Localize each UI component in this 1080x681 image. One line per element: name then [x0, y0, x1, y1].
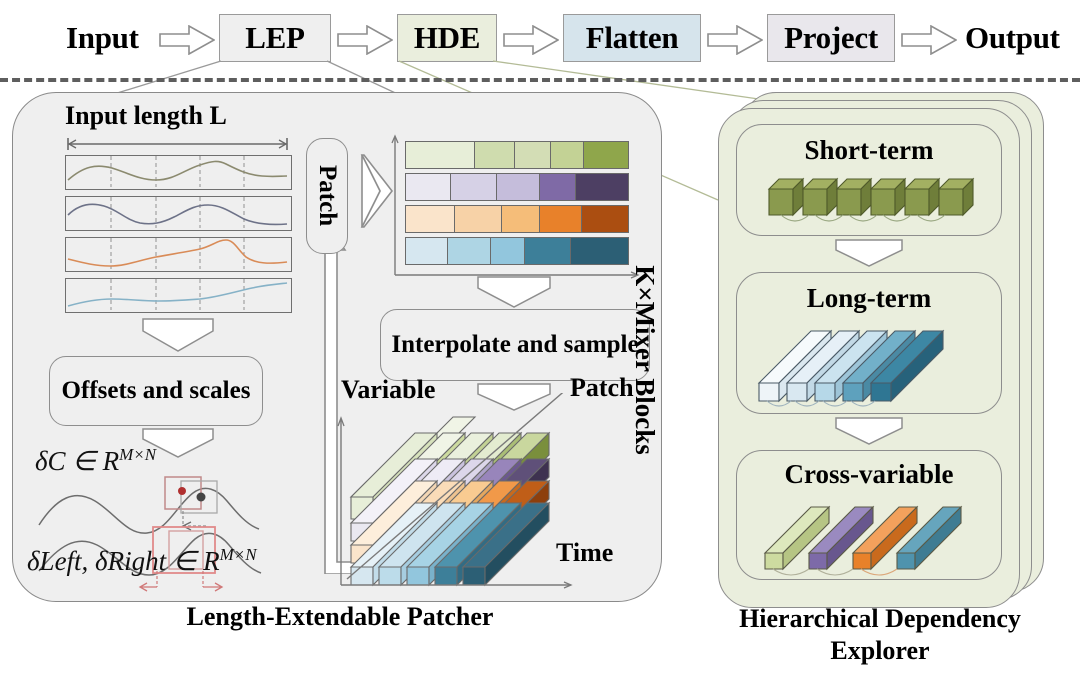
patch-cell: [454, 206, 502, 232]
figure-canvas: Input LEP HDE Flatten Project Output Inp…: [0, 0, 1080, 681]
patch-cell: [550, 142, 585, 168]
section-divider: [0, 78, 1080, 82]
hde-caption-line2: Explorer: [830, 636, 930, 665]
pipeline-stage-project-label: Project: [784, 20, 878, 55]
interpolate-and-sample-label: Interpolate and sample: [391, 331, 639, 358]
short-term-cubes: [767, 177, 975, 222]
chevron-down-long-term: [835, 239, 903, 267]
hde-block-cross-variable[interactable]: Cross-variable: [736, 450, 1002, 580]
patch-box-label: Patch: [314, 165, 341, 227]
pipeline-stage-flatten[interactable]: Flatten: [563, 14, 701, 62]
cube-tensor-diagram: [337, 393, 573, 589]
lep-panel: Input length L Offsets and scales δC ∈ R…: [12, 92, 662, 602]
flow-arrow-3: [503, 25, 559, 55]
lep-caption: Length-Extendable Patcher: [186, 602, 494, 631]
offset-scale-illustration: [38, 476, 262, 592]
hde-panel: Short-term Long-term Cross-variable: [706, 92, 1058, 608]
chevron-down-interpolate: [477, 276, 551, 308]
hde-caption-line1: Hierarchical Dependency: [739, 604, 1021, 633]
patch-cell: [406, 206, 455, 232]
patch-row-green: [405, 141, 629, 169]
flow-arrow-2: [337, 25, 393, 55]
pipeline-stage-project[interactable]: Project: [767, 14, 895, 62]
series-row-1: [65, 155, 292, 190]
delta-lr-text: δLeft, δRight ∈ R: [27, 546, 220, 576]
delta-left-right-expression: δLeft, δRight ∈ RM×N: [27, 545, 257, 577]
cross-variable-bars: [763, 505, 963, 576]
patch-row-purple: [405, 173, 629, 201]
patch-cell: [514, 142, 551, 168]
chevron-down-cross-variable: [835, 417, 903, 445]
pipeline-stage-lep[interactable]: LEP: [219, 14, 331, 62]
hde-block-short-term[interactable]: Short-term: [736, 124, 1002, 236]
flow-arrow-5: [901, 25, 957, 55]
hde-block-short-term-label: Short-term: [804, 135, 934, 165]
offsets-and-scales-box[interactable]: Offsets and scales: [49, 356, 263, 426]
chevron-down-offsets: [142, 318, 214, 352]
pipeline-flow: Input LEP HDE Flatten Project Output: [0, 0, 1080, 72]
patch-cell: [584, 142, 628, 168]
flow-arrow-1: [159, 25, 215, 55]
kmixer-blocks-label: K×Mixer Blocks: [630, 265, 660, 455]
patch-cell: [524, 238, 572, 264]
pipeline-input-label: Input: [66, 20, 139, 55]
hde-block-long-term-label: Long-term: [806, 283, 932, 313]
patch-row-orange: [405, 205, 629, 233]
offsets-and-scales-label: Offsets and scales: [61, 377, 251, 404]
pipeline-stage-flatten-label: Flatten: [585, 20, 679, 55]
patch-cell: [474, 142, 515, 168]
patch-cell: [406, 238, 449, 264]
hde-block-cross-variable-label: Cross-variable: [784, 459, 954, 489]
patch-cell: [575, 174, 628, 200]
delta-c-sup: M×N: [119, 445, 157, 464]
patch-cell: [539, 206, 583, 232]
pipeline-stage-hde[interactable]: HDE: [397, 14, 497, 62]
flow-arrow-4: [707, 25, 763, 55]
patch-box[interactable]: Patch: [306, 138, 348, 254]
series-row-2: [65, 196, 292, 231]
patch-cell: [501, 206, 540, 232]
patch-cell: [406, 142, 475, 168]
interpolate-and-sample-box[interactable]: Interpolate and sample: [380, 309, 650, 381]
patch-cell: [450, 174, 498, 200]
hde-block-long-term[interactable]: Long-term: [736, 272, 1002, 414]
delta-lr-sup: M×N: [219, 545, 257, 564]
pipeline-stage-hde-label: HDE: [413, 20, 481, 55]
input-length-label: Input length L: [65, 101, 227, 130]
patch-cell: [406, 174, 451, 200]
series-row-3: [65, 237, 292, 272]
patch-cell: [539, 174, 576, 200]
series-row-4: [65, 278, 292, 313]
patch-row-blue: [405, 237, 629, 265]
patch-cell: [497, 174, 540, 200]
pipeline-stage-lep-label: LEP: [245, 20, 305, 55]
long-term-bars: [757, 329, 945, 407]
chevron-right-patch: [360, 154, 394, 228]
input-length-measure: [67, 138, 288, 150]
pipeline-output-label: Output: [965, 20, 1060, 55]
patch-cell: [490, 238, 525, 264]
patch-cell: [448, 238, 491, 264]
